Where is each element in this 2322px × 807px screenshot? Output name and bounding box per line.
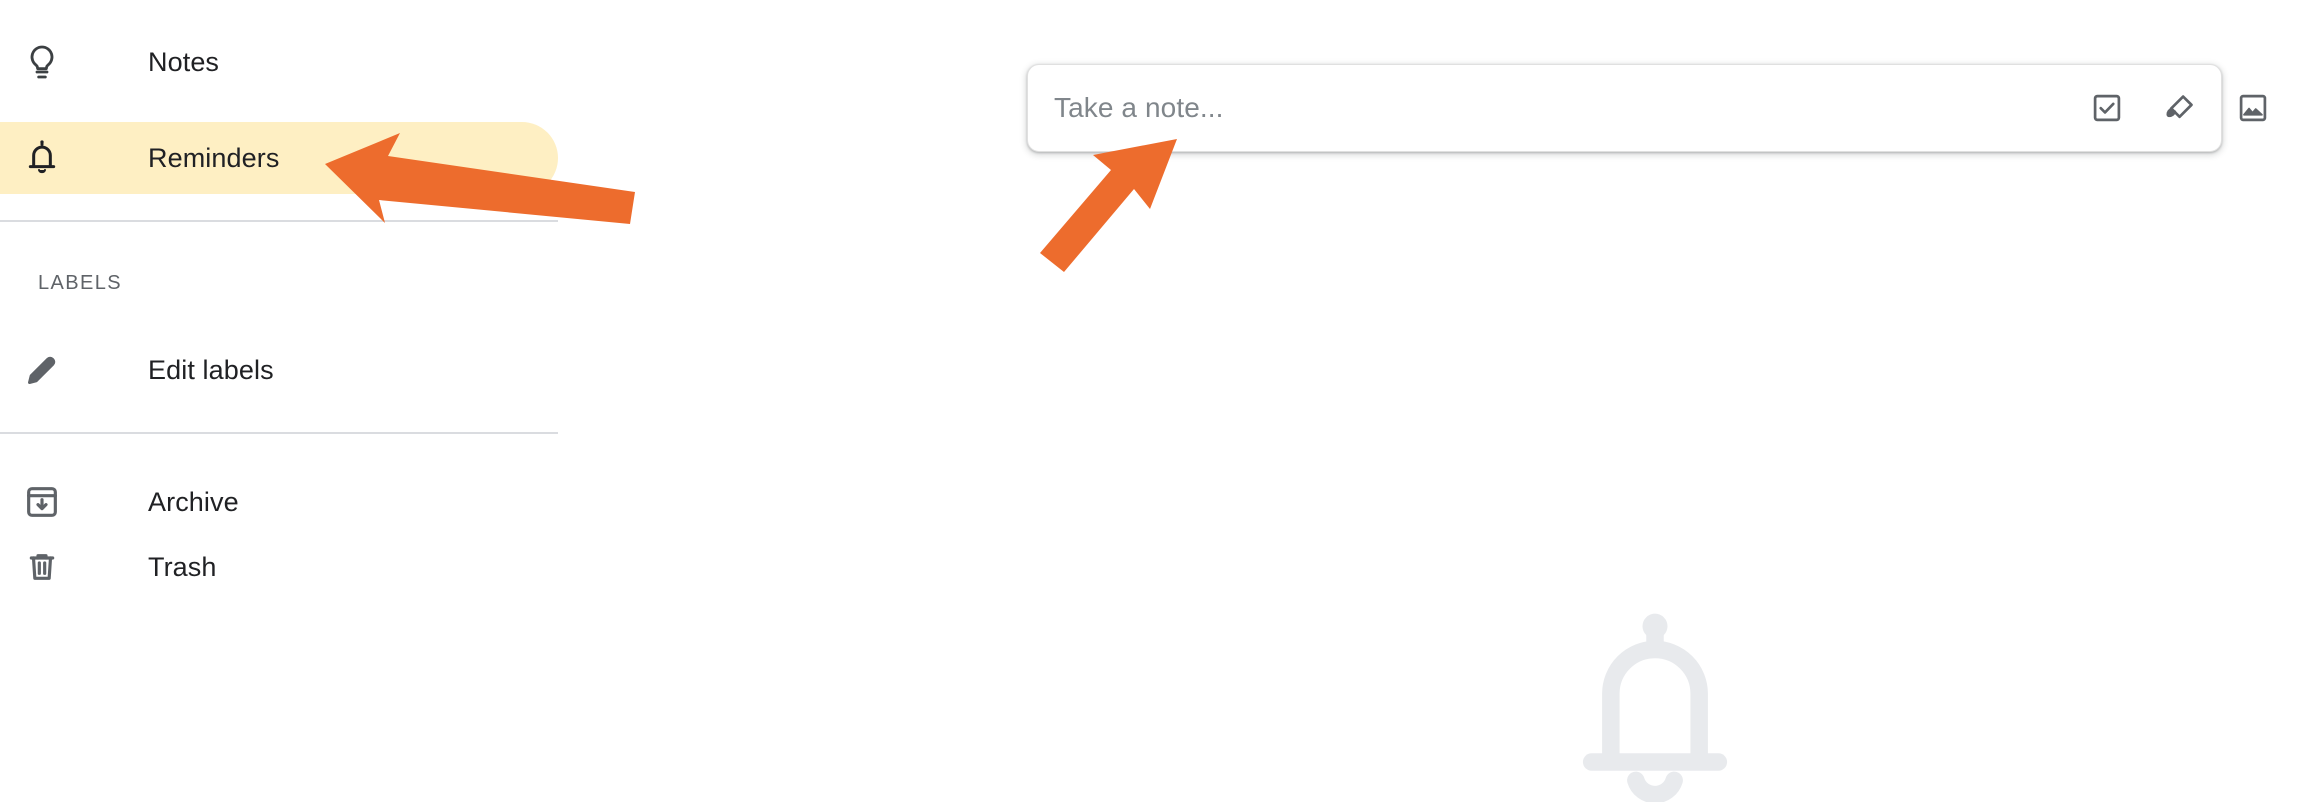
sidebar-item-reminders[interactable]: Reminders (0, 122, 558, 194)
pencil-icon (18, 346, 66, 394)
app-root: Notes Reminders LABELS Edit labels Archi… (0, 0, 2322, 804)
lightbulb-icon (18, 38, 66, 86)
sidebar-item-label-trash: Trash (148, 551, 217, 582)
sidebar-item-edit-labels[interactable]: Edit labels (0, 334, 558, 406)
checkbox-icon[interactable] (2080, 81, 2134, 135)
empty-state-bell-icon (1555, 602, 1755, 804)
bell-icon (18, 134, 66, 182)
sidebar: Notes Reminders LABELS Edit labels Archi… (0, 0, 560, 748)
sidebar-item-label-notes: Notes (148, 46, 220, 77)
sidebar-divider-bottom (0, 432, 558, 434)
sidebar-divider-top (0, 220, 558, 222)
image-icon[interactable] (2226, 81, 2280, 135)
sidebar-item-trash[interactable]: Trash (0, 531, 558, 603)
sidebar-item-notes[interactable]: Notes (0, 26, 558, 98)
sidebar-item-label-reminders: Reminders (148, 142, 280, 173)
main-content: Take a note... (560, 0, 2322, 804)
note-composer-input[interactable]: Take a note... (1054, 92, 1224, 124)
trash-icon (18, 543, 66, 591)
note-composer[interactable]: Take a note... (1027, 64, 2267, 152)
sidebar-section-header-labels: LABELS (38, 272, 123, 294)
sidebar-item-label-edit-labels: Edit labels (148, 354, 274, 385)
sidebar-item-archive[interactable]: Archive (0, 466, 558, 538)
brush-icon[interactable] (2153, 81, 2207, 135)
archive-icon (18, 478, 66, 526)
sidebar-item-label-archive: Archive (148, 486, 239, 517)
